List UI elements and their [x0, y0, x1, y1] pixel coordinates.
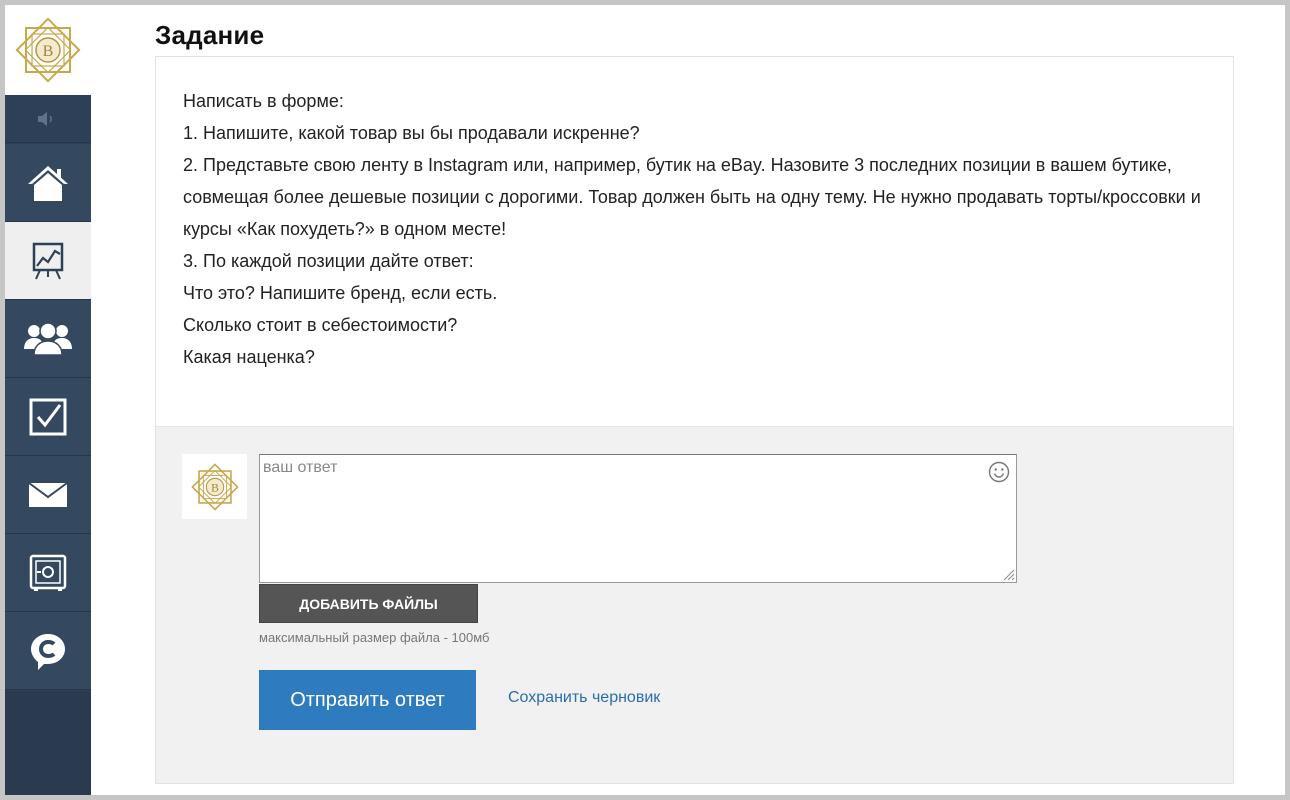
safe-icon	[29, 554, 67, 591]
app-window: B Задание Написать в форме: 1. Напишите,…	[5, 5, 1285, 795]
save-draft-link[interactable]: Сохранить черновик	[508, 689, 660, 707]
users-group-icon	[24, 321, 72, 356]
resize-handle-icon[interactable]	[1001, 567, 1015, 581]
sidebar-item-users[interactable]	[5, 300, 91, 378]
checkbox-icon	[29, 398, 67, 435]
avatar: B	[182, 454, 247, 519]
chat-c-icon	[31, 633, 65, 670]
presentation-chart-icon	[32, 242, 64, 279]
task-line: Сколько стоит в себестоимости?	[183, 315, 458, 335]
submit-answer-button[interactable]: Отправить ответ	[259, 670, 476, 730]
task-description: Написать в форме: 1. Напишите, какой тов…	[183, 85, 1213, 373]
add-files-button[interactable]: ДОБАВИТЬ ФАЙЛЫ	[259, 584, 478, 623]
logo-emblem-icon: B	[15, 17, 81, 83]
speaker-icon	[38, 111, 52, 126]
task-card: Написать в форме: 1. Напишите, какой тов…	[155, 56, 1234, 784]
brand-logo[interactable]: B	[5, 5, 91, 95]
task-line: Написать в форме:	[183, 91, 344, 111]
answer-textarea[interactable]	[260, 455, 1016, 582]
svg-text:B: B	[43, 43, 54, 60]
sound-toggle[interactable]	[5, 95, 91, 143]
task-line: Какая наценка?	[183, 347, 315, 367]
sidebar-item-tasks[interactable]	[5, 378, 91, 456]
answer-input-wrapper	[259, 454, 1017, 583]
page-title: Задание	[155, 20, 265, 50]
sidebar: B	[5, 5, 91, 795]
sidebar-item-presentation[interactable]	[5, 222, 91, 300]
user-avatar-logo-icon: B	[190, 462, 239, 511]
smiley-emoji-icon[interactable]	[988, 461, 1010, 483]
task-line: 3. По каждой позиции дайте ответ:	[183, 251, 474, 271]
answer-section: B ДОБАВИТЬ ФАЙЛЫ максимальный разм	[156, 426, 1233, 783]
sidebar-filler	[5, 691, 91, 795]
task-line: Что это? Напишите бренд, если есть.	[183, 283, 498, 303]
sidebar-item-safe[interactable]	[5, 534, 91, 612]
sidebar-item-messages[interactable]	[5, 456, 91, 534]
sidebar-item-chat[interactable]	[5, 612, 91, 690]
envelope-icon	[28, 481, 68, 507]
sidebar-item-home[interactable]	[5, 144, 91, 222]
file-size-note: максимальный размер файла - 100мб	[259, 630, 490, 645]
task-line: 2. Представьте свою ленту в Instagram ил…	[183, 155, 1201, 239]
home-icon	[28, 165, 68, 201]
task-line: 1. Напишите, какой товар вы бы продавали…	[183, 123, 640, 143]
svg-text:B: B	[211, 481, 219, 494]
